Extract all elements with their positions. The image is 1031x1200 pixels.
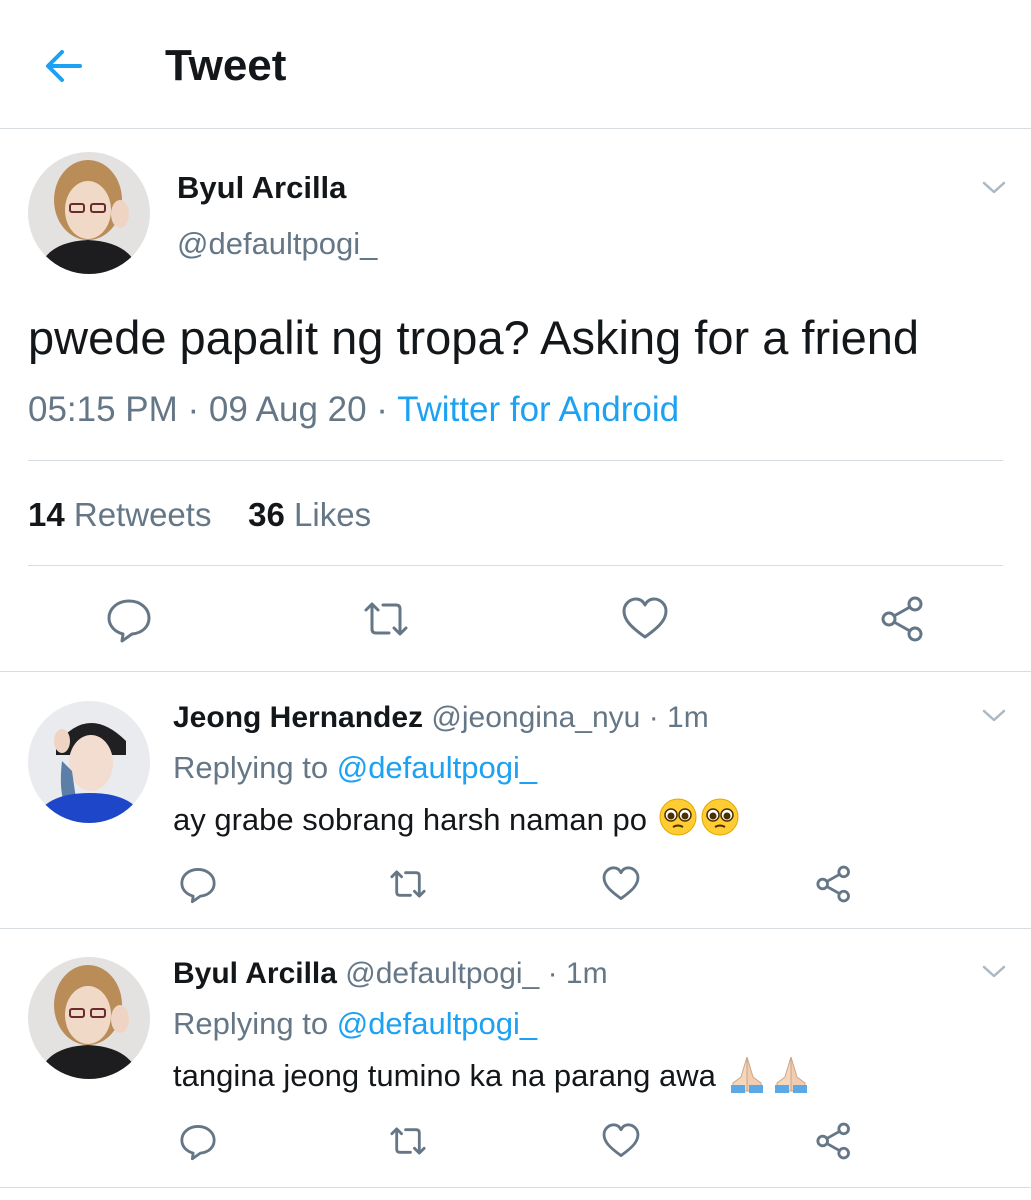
chevron-down-icon[interactable] [980,962,1008,982]
share-icon[interactable] [813,863,855,905]
tweet-time: 05:15 PM [28,390,178,429]
meta-separator: · [177,390,209,429]
author-name[interactable]: Byul Arcilla [177,170,346,206]
author-handle[interactable]: @defaultpogi_ [177,226,377,262]
replying-to: Replying to @defaultpogi_ [173,749,537,787]
like-icon[interactable] [600,863,642,905]
page-title: Tweet [165,41,287,90]
reply-text: tangina jeong tumino ka na parang awa [173,1053,813,1103]
avatar[interactable] [28,152,150,274]
back-arrow-icon[interactable] [40,42,88,90]
reply-author-name[interactable]: Jeong Hernandez [173,701,423,734]
replying-label: Replying to [173,1006,329,1041]
like-icon[interactable] [619,593,671,645]
section-divider [0,928,1031,929]
retweets-stat[interactable]: 14 Retweets [28,496,211,533]
reply-header: Jeong Hernandez @jeongina_nyu · 1m [173,699,709,737]
reply-separator: · [547,957,566,990]
reply-header: Byul Arcilla @defaultpogi_ · 1m [173,955,608,993]
reply-author-handle[interactable]: @defaultpogi_ [345,957,539,990]
share-icon[interactable] [813,1120,855,1162]
reply-author-name[interactable]: Byul Arcilla [173,957,337,990]
tweet-stats: 14 Retweets 36 Likes [28,494,371,536]
reply-author-handle[interactable]: @jeongina_nyu [431,701,640,734]
tweet-source-link[interactable]: Twitter for Android [397,390,679,429]
retweet-icon[interactable] [360,593,412,645]
divider [28,565,1003,566]
reply-text-content: tangina jeong tumino ka na parang awa [173,1058,716,1093]
replying-label: Replying to [173,750,329,785]
reply-time: 1m [667,701,709,734]
app-header: Tweet [0,0,1031,129]
section-divider [0,671,1031,672]
meta-separator: · [366,390,398,429]
retweet-icon[interactable] [387,1120,429,1162]
pleading-face-emoji [658,797,740,847]
reply-separator: · [648,701,668,734]
share-icon[interactable] [877,593,929,645]
tweet-text: pwede papalit ng tropa? Asking for a fri… [28,311,919,364]
like-icon[interactable] [600,1120,642,1162]
divider [28,460,1003,461]
reply-avatar[interactable] [28,957,150,1079]
reply-avatar[interactable] [28,701,150,823]
reply-time: 1m [565,957,608,990]
replying-mention[interactable]: @defaultpogi_ [337,750,537,785]
reply-icon[interactable] [177,1120,219,1162]
likes-stat[interactable]: 36 Likes [248,496,371,533]
reply-icon[interactable] [177,863,219,905]
retweet-count: 14 [28,496,65,533]
chevron-down-icon[interactable] [980,706,1008,726]
likes-label: Likes [294,496,372,533]
reply-icon[interactable] [103,593,155,645]
section-divider [0,1187,1031,1188]
replying-mention[interactable]: @defaultpogi_ [337,1006,537,1041]
like-count: 36 [248,496,285,533]
chevron-down-icon[interactable] [980,178,1008,198]
reply-text-content: ay grabe sobrang harsh naman po [173,802,647,837]
tweet-date: 09 Aug 20 [208,390,367,429]
retweets-label: Retweets [73,496,212,533]
replying-to: Replying to @defaultpogi_ [173,1005,537,1043]
reply-text: ay grabe sobrang harsh naman po [173,797,740,847]
folded-hands-emoji [727,1053,813,1103]
tweet-meta: 05:15 PM · 09 Aug 20 · Twitter for Andro… [28,388,679,432]
retweet-icon[interactable] [387,863,429,905]
